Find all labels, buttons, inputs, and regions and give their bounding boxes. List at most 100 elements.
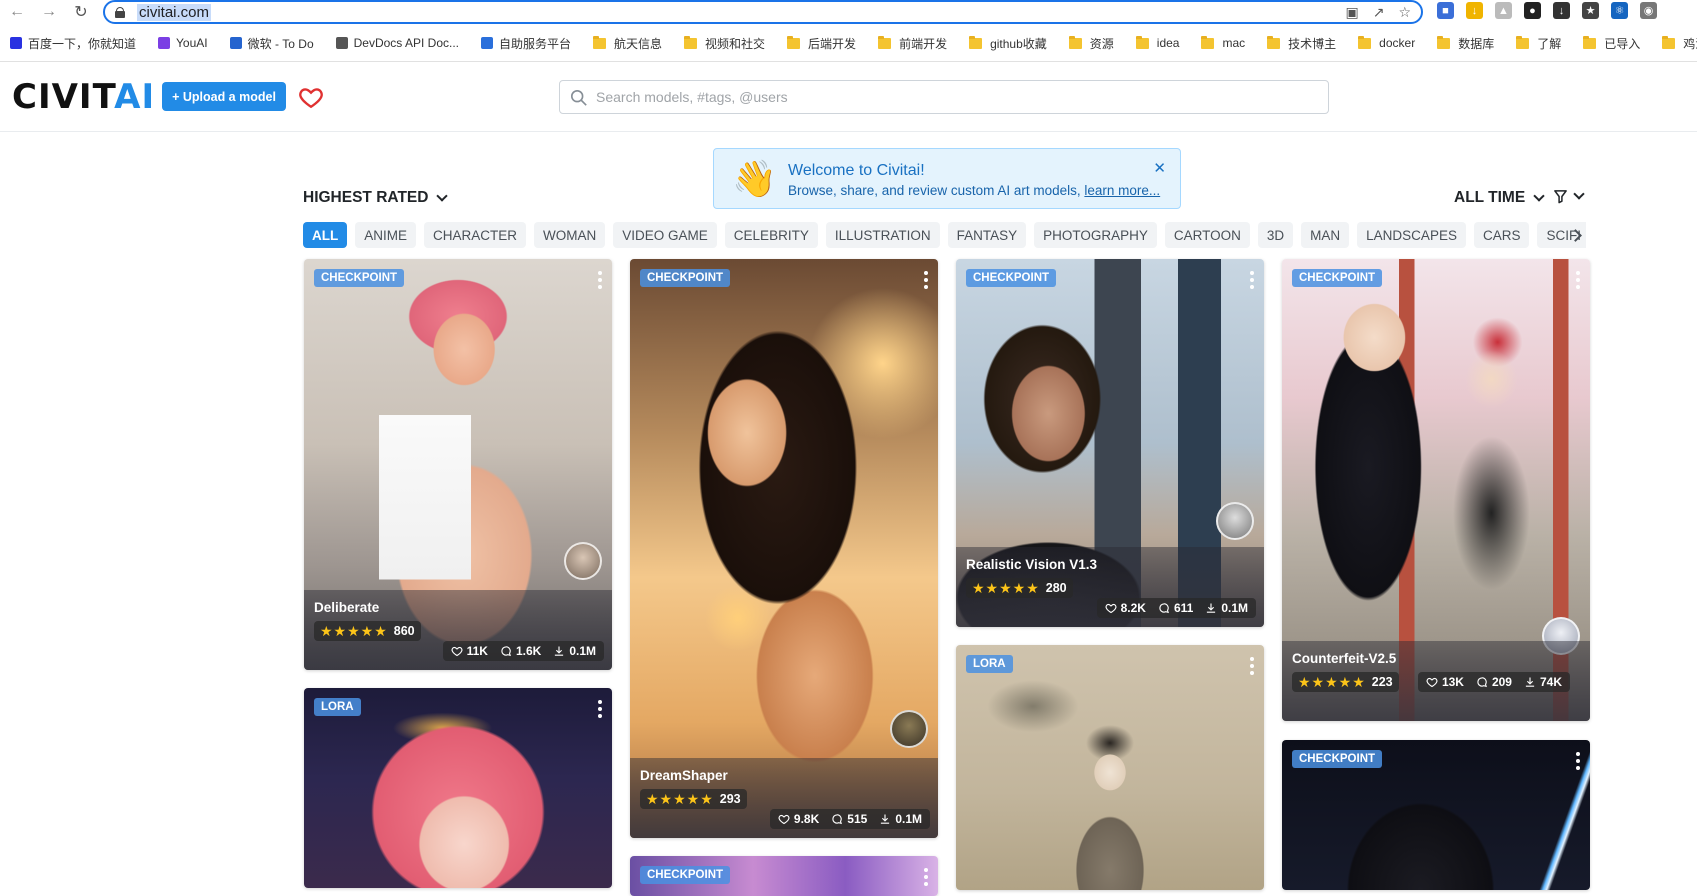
card-info: Counterfeit-V2.5 ★★★★★ 223 13K 209 74K	[1282, 641, 1590, 721]
bookmark-item[interactable]: 已导入	[1583, 35, 1640, 52]
download-icon	[1207, 603, 1216, 613]
address-bar[interactable]: civitai.com ▣ ↗ ☆	[103, 0, 1423, 24]
learn-more-link[interactable]: learn more...	[1084, 183, 1160, 198]
model-type-badge: LORA	[966, 655, 1013, 673]
reload-icon[interactable]: ↻	[72, 3, 90, 21]
star-rating-icon: ★★★★★	[972, 579, 1040, 596]
model-card[interactable]: CHECKPOINT Counterfeit-V2.5 ★★★★★ 223 13K…	[1282, 259, 1590, 721]
upload-model-button[interactable]: + Upload a model	[162, 82, 286, 111]
tag-celebrity[interactable]: CELEBRITY	[724, 222, 818, 248]
more-options-icon[interactable]	[598, 700, 602, 718]
civitai-logo[interactable]: CIVITAI	[12, 80, 155, 114]
extension-icon[interactable]: ■	[1437, 2, 1454, 19]
bookmark-label: 百度一下，你就知道	[28, 36, 137, 51]
bookmark-label: 视频和社交	[705, 36, 766, 51]
download-icon[interactable]: ↓	[1553, 2, 1570, 19]
bookmark-label: 已导入	[1604, 36, 1641, 51]
model-type-badge: LORA	[314, 698, 361, 716]
filter-button[interactable]	[1553, 188, 1585, 204]
bookmark-label: 航天信息	[614, 36, 663, 51]
tag-landscapes[interactable]: LANDSCAPES	[1357, 222, 1466, 248]
folder-icon	[1516, 35, 1530, 49]
share-icon[interactable]: ↗	[1373, 4, 1385, 21]
screenshot-icon[interactable]: ◉	[1640, 2, 1657, 19]
bookmark-item[interactable]: idea	[1135, 35, 1180, 50]
tag-all[interactable]: ALL	[303, 222, 348, 248]
avatar[interactable]	[564, 542, 602, 580]
period-dropdown[interactable]: ALL TIME	[1454, 189, 1545, 207]
rating-count: 223	[1371, 675, 1393, 689]
bookmark-label: 数据库	[1458, 36, 1495, 51]
browser-toolbar: ← → ↻ civitai.com ▣ ↗ ☆ ■ ↓ ▲ ● ↓ ★ ⚛ ◉	[0, 0, 1697, 24]
bookmark-item[interactable]: 航天信息	[593, 35, 662, 52]
bookmark-item[interactable]: DevDocs API Doc...	[335, 36, 459, 50]
bookmark-item[interactable]: 视频和社交	[684, 35, 765, 52]
bookmark-item[interactable]: 资源	[1068, 35, 1114, 52]
more-options-icon[interactable]	[1250, 271, 1254, 289]
model-card[interactable]: CHECKPOINT DreamShaper ★★★★★ 293 9.8K 515…	[630, 259, 938, 838]
more-options-icon[interactable]	[1250, 657, 1254, 675]
model-card[interactable]: LORA	[956, 645, 1264, 890]
tag-character[interactable]: CHARACTER	[424, 222, 527, 248]
tag-3d[interactable]: 3D	[1257, 222, 1294, 248]
tag-video-game[interactable]: VIDEO GAME	[613, 222, 717, 248]
tag-cars[interactable]: CARS	[1473, 222, 1530, 248]
model-card[interactable]: CHECKPOINT	[1282, 740, 1590, 890]
folder-icon	[1201, 35, 1215, 49]
more-options-icon[interactable]	[924, 868, 928, 886]
folder-icon	[684, 35, 698, 49]
heart-icon[interactable]	[298, 84, 324, 110]
download-helper-icon[interactable]: ↓	[1466, 2, 1483, 19]
model-type-badge: CHECKPOINT	[1292, 750, 1383, 768]
translate-icon[interactable]: ▣	[1345, 4, 1358, 21]
bookmark-item[interactable]: mac	[1201, 35, 1245, 50]
extension-icon[interactable]: ▲	[1495, 2, 1512, 19]
tag-man[interactable]: MAN	[1301, 222, 1350, 248]
lock-icon[interactable]	[115, 7, 125, 18]
bookmark-item[interactable]: 了解	[1516, 35, 1561, 52]
model-card[interactable]: LORA	[304, 688, 612, 888]
bookmark-item[interactable]: 数据库	[1437, 35, 1494, 52]
avatar[interactable]	[890, 710, 928, 748]
tag-fantasy[interactable]: FANTASY	[947, 222, 1027, 248]
more-options-icon[interactable]	[598, 271, 602, 289]
bookmark-item[interactable]: 百度一下，你就知道	[10, 35, 136, 52]
bookmark-item[interactable]: github收藏	[969, 35, 1047, 52]
extension-icon[interactable]: ●	[1524, 2, 1541, 19]
react-devtools-icon[interactable]: ⚛	[1611, 2, 1628, 19]
bookmark-item[interactable]: 鸡汤	[1662, 35, 1697, 52]
tag-cartoon[interactable]: CARTOON	[1164, 222, 1250, 248]
avatar[interactable]	[1216, 502, 1254, 540]
bookmark-label: idea	[1156, 36, 1180, 50]
tag-woman[interactable]: WOMAN	[534, 222, 606, 248]
more-options-icon[interactable]	[924, 271, 928, 289]
bookmark-item[interactable]: 微软 - To Do	[229, 35, 314, 52]
tags-next-arrow[interactable]	[1562, 222, 1588, 248]
back-icon[interactable]: ←	[8, 3, 26, 21]
bookmark-item[interactable]: 技术博主	[1267, 35, 1336, 52]
model-title: DreamShaper	[640, 768, 728, 783]
bookmark-item[interactable]: YouAI	[158, 36, 208, 50]
tag-illustration[interactable]: ILLUSTRATION	[825, 222, 940, 248]
extension-icon[interactable]: ★	[1582, 2, 1599, 19]
url-text[interactable]: civitai.com	[137, 3, 212, 21]
card-info: Deliberate ★★★★★ 860 11K 1.6K 0.1M	[304, 590, 612, 670]
close-icon[interactable]: ✕	[1153, 159, 1166, 177]
tag-photography[interactable]: PHOTOGRAPHY	[1034, 222, 1157, 248]
model-card[interactable]: CHECKPOINT	[630, 856, 938, 896]
model-card[interactable]: CHECKPOINT Realistic Vision V1.3 ★★★★★ 28…	[956, 259, 1264, 627]
model-card[interactable]: CHECKPOINT Deliberate ★★★★★ 860 11K 1.6K …	[304, 259, 612, 670]
bookmark-item[interactable]: 后端开发	[787, 35, 856, 52]
bookmark-star-icon[interactable]: ☆	[1398, 4, 1411, 21]
more-options-icon[interactable]	[1576, 271, 1580, 289]
model-title: Realistic Vision V1.3	[966, 557, 1098, 572]
bookmark-item[interactable]: 自助服务平台	[481, 35, 571, 52]
sort-dropdown[interactable]: HIGHEST RATED	[303, 189, 449, 207]
bookmark-item[interactable]: 前端开发	[878, 35, 947, 52]
bookmark-item[interactable]: docker	[1358, 35, 1415, 50]
forward-icon[interactable]: →	[40, 3, 58, 21]
tag-anime[interactable]: ANIME	[355, 222, 417, 248]
search-input[interactable]: Search models, #tags, @users	[559, 80, 1329, 114]
more-options-icon[interactable]	[1576, 752, 1580, 770]
comments-count: 209	[1491, 675, 1512, 689]
